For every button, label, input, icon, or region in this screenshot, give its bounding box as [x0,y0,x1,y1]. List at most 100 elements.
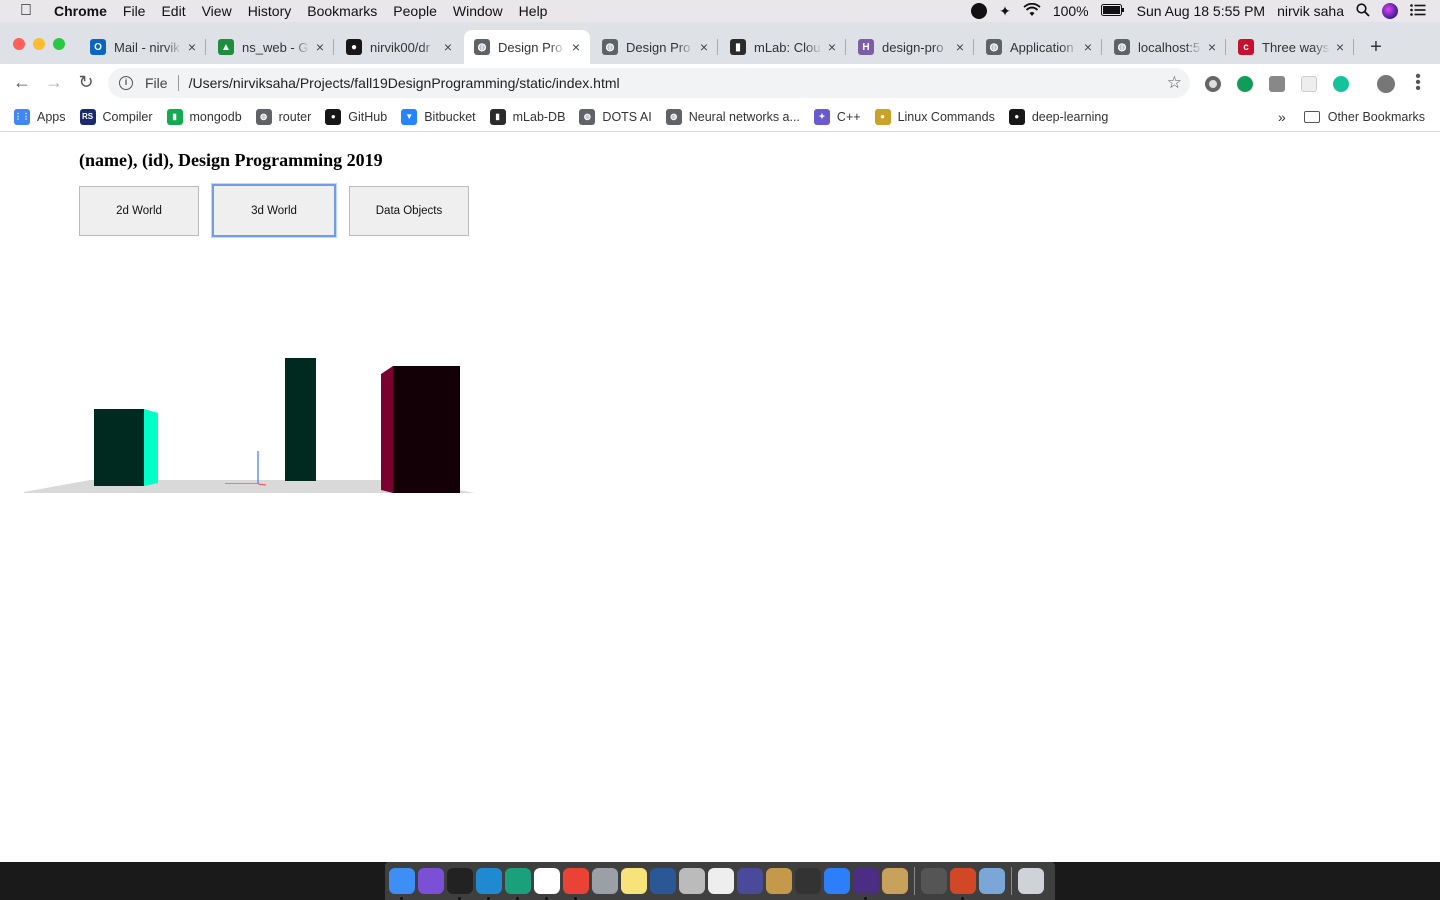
dock-app-icon[interactable] [737,868,763,894]
grammarly-extension-icon[interactable] [1333,76,1349,92]
bookmark-item[interactable]: ● GitHub [325,108,387,125]
bookmark-item[interactable]: ◍ Neural networks a... [665,108,800,125]
browser-tab[interactable]: ● nirvik00/dr × [336,30,462,64]
bookmark-item[interactable]: ▮ mongodb [166,108,242,125]
bookmark-star-icon[interactable]: ☆ [1167,73,1182,93]
status-app-icon[interactable] [971,3,988,19]
url-text[interactable]: /Users/nirviksaha/Projects/fall19DesignP… [189,75,1167,91]
dock-app-icon[interactable] [979,868,1005,894]
dock-app-icon[interactable] [824,868,850,894]
tab-close-icon[interactable]: × [444,39,452,55]
window-zoom-button[interactable] [53,38,65,50]
tab-close-icon[interactable]: × [700,39,708,55]
dock-app-icon[interactable] [853,868,879,900]
dock-app-icon[interactable] [621,868,647,894]
extension-icon-4[interactable] [1301,76,1317,92]
dock-app-icon[interactable] [476,868,502,900]
tab-close-icon[interactable]: × [828,39,836,55]
bookmark-label: deep-learning [1031,109,1109,124]
new-tab-button[interactable]: + [1366,36,1386,59]
3d-world-canvas[interactable] [20,348,480,508]
tab-close-icon[interactable]: × [572,39,580,55]
browser-tab[interactable]: c Three ways × [1228,30,1354,64]
bluetooth-icon[interactable]: ✦ [999,3,1011,20]
teal-box-tall [285,358,316,481]
menu-file[interactable]: File [115,3,154,19]
dock-app-icon[interactable] [882,868,908,894]
world-2d-button[interactable]: 2d World [79,186,199,236]
tab-close-icon[interactable]: × [188,39,196,55]
dock-app-icon[interactable] [650,868,676,894]
bookmark-favicon-icon: ⋮⋮ [14,108,30,125]
address-bar[interactable]: i File /Users/nirviksaha/Projects/fall19… [108,68,1190,98]
bookmark-item[interactable]: ◍ DOTS AI [579,108,652,125]
dock-app-icon[interactable] [921,868,947,894]
bookmark-item[interactable]: RS Compiler [79,108,153,125]
profile-avatar[interactable] [1377,75,1395,93]
browser-tab[interactable]: ◍ Design Pro × [592,30,718,64]
dock-app-icon[interactable] [1018,868,1044,894]
apple-menu-icon[interactable]:  [0,2,52,20]
menu-bookmarks[interactable]: Bookmarks [299,3,385,19]
spotlight-search-icon[interactable] [1356,2,1370,20]
tab-close-icon[interactable]: × [1208,39,1216,55]
bookmark-item[interactable]: ▮ mLab-DB [489,108,565,125]
chrome-menu-icon[interactable]: • • • [1412,69,1424,97]
tab-close-icon[interactable]: × [1084,39,1092,55]
menubar-user[interactable]: nirvik saha [1277,3,1344,19]
back-button[interactable]: ← [11,72,33,93]
menubar-clock[interactable]: Sun Aug 18 5:55 PM [1137,3,1265,19]
menu-window[interactable]: Window [445,3,511,19]
world-3d-button[interactable]: 3d World [212,184,336,237]
browser-tab[interactable]: ◍ Design Pro × [464,30,590,64]
menu-help[interactable]: Help [511,3,556,19]
bookmark-item[interactable]: ● Linux Commands [874,108,995,125]
data-objects-button[interactable]: Data Objects [349,186,469,236]
extension-icon-3[interactable] [1269,76,1285,92]
bookmark-item[interactable]: ✦ C++ [813,108,861,125]
bookmarks-overflow-chevron-icon[interactable]: » [1278,109,1286,125]
browser-tab[interactable]: Hdesign-pro × [848,30,974,64]
browser-tab[interactable]: ▮ mLab: Clou × [720,30,846,64]
extension-icon-1[interactable] [1205,76,1221,92]
bookmark-item[interactable]: ● deep-learning [1008,108,1109,125]
dock-app-icon[interactable] [505,868,531,900]
notification-center-icon[interactable] [1410,3,1426,19]
tab-close-icon[interactable]: × [316,39,324,55]
dock-app-icon[interactable] [679,868,705,894]
bookmark-item[interactable]: ▼ Bitbucket [401,108,476,125]
browser-tab[interactable]: ◍ localhost:5 × [1104,30,1226,64]
dock-app-icon[interactable] [766,868,792,894]
bookmark-item[interactable]: ⋮⋮ Apps [14,108,66,125]
dock-app-icon[interactable] [418,868,444,894]
browser-tab[interactable]: O Mail - nirvik × [80,30,206,64]
tab-close-icon[interactable]: × [1336,39,1344,55]
wifi-icon[interactable] [1023,2,1041,20]
dock-app-icon[interactable] [563,868,589,900]
site-info-icon[interactable]: i [119,76,133,90]
tab-close-icon[interactable]: × [956,39,964,55]
menu-edit[interactable]: Edit [153,3,193,19]
dock-app-icon[interactable] [708,868,734,894]
dock-app-icon[interactable] [950,868,976,900]
menu-history[interactable]: History [240,3,300,19]
dock-app-icon[interactable] [592,868,618,894]
dock-app-icon[interactable] [795,868,821,894]
menu-view[interactable]: View [194,3,240,19]
window-minimize-button[interactable] [33,38,45,50]
browser-tab[interactable]: ◍ Application × [976,30,1102,64]
battery-icon[interactable] [1100,3,1125,19]
window-close-button[interactable] [13,38,25,50]
reload-button[interactable]: ↻ [75,72,97,93]
siri-icon[interactable] [1382,3,1398,19]
menu-people[interactable]: People [385,3,445,19]
other-bookmarks-link[interactable]: Other Bookmarks [1328,110,1425,124]
browser-tab[interactable]: ▲ ns_web - G × [208,30,334,64]
extension-icon-2[interactable] [1237,76,1253,92]
menu-chrome[interactable]: Chrome [52,3,115,19]
dock-app-icon[interactable] [447,868,473,900]
forward-button[interactable]: → [43,72,65,93]
dock-app-icon[interactable] [534,868,560,900]
dock-app-icon[interactable] [389,868,415,900]
bookmark-item[interactable]: ◍ router [255,108,311,125]
